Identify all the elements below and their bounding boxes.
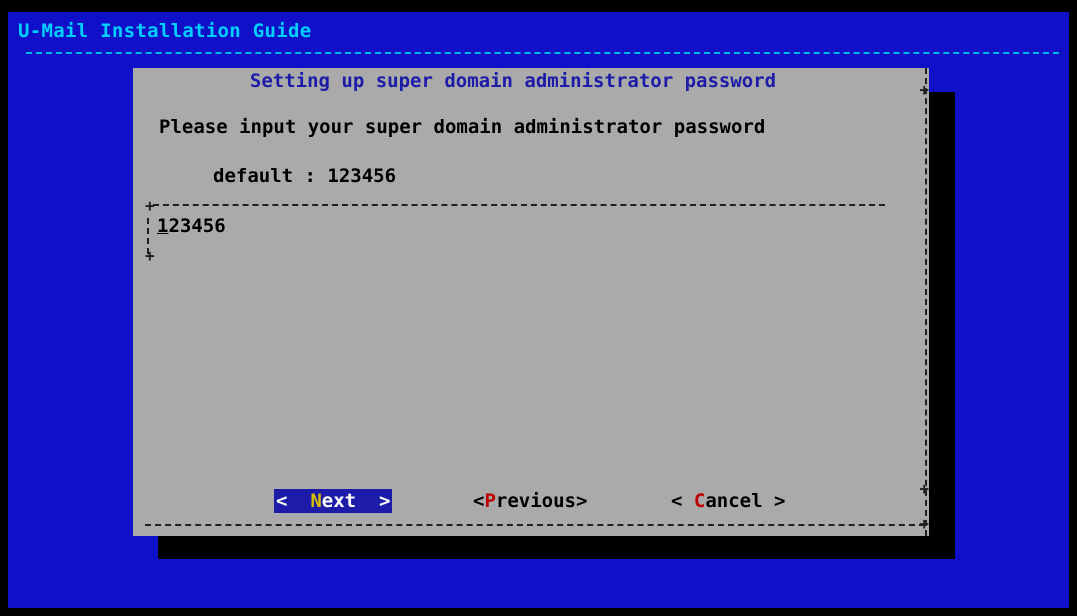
password-input-value[interactable]: 123456: [157, 215, 226, 237]
previous-button-open: <: [473, 490, 485, 512]
input-value-rest: 23456: [168, 215, 226, 237]
next-button-label: ext: [321, 490, 357, 512]
next-button-open: <: [276, 490, 311, 512]
input-top-border: [153, 204, 885, 206]
previous-button-label: revious: [495, 490, 576, 512]
input-cursor-char: 1: [157, 215, 169, 237]
dialog-bottom-border: [145, 524, 925, 526]
cancel-button-label: ancel: [705, 490, 763, 512]
cancel-button-open: <: [671, 490, 694, 512]
cancel-button-hotkey: C: [693, 490, 706, 512]
next-button-hotkey: N: [310, 490, 322, 512]
default-password-hint: default : 123456: [213, 165, 397, 187]
backtitle: U-Mail Installation Guide: [18, 20, 312, 42]
previous-button-hotkey: P: [484, 490, 496, 512]
next-button[interactable]: < Next >: [274, 489, 393, 513]
password-dialog: + + + Setting up super domain administra…: [133, 68, 929, 536]
password-input[interactable]: + + 123456: [145, 196, 885, 264]
cancel-button[interactable]: < Cancel >: [671, 489, 785, 513]
terminal-screen: U-Mail Installation Guide + + + Setting …: [8, 12, 1069, 608]
dialog-corner-bottom-right: +: [919, 514, 929, 533]
input-corner-top-left: +: [145, 196, 155, 215]
previous-button[interactable]: <Previous>: [473, 489, 587, 513]
dialog-title: Setting up super domain administrator pa…: [249, 70, 777, 92]
dialog-corner-top-right: +: [919, 80, 929, 99]
backtitle-divider: [26, 52, 1059, 54]
dialog-right-border: [925, 68, 927, 536]
dialog-prompt: Please input your super domain administr…: [159, 116, 766, 138]
cancel-button-close: >: [762, 490, 786, 512]
previous-button-close: >: [575, 490, 588, 512]
input-corner-bottom-left: +: [145, 246, 155, 265]
next-button-close: >: [356, 490, 391, 512]
button-bar: < Next > <Previous> < Cancel >: [133, 489, 929, 515]
